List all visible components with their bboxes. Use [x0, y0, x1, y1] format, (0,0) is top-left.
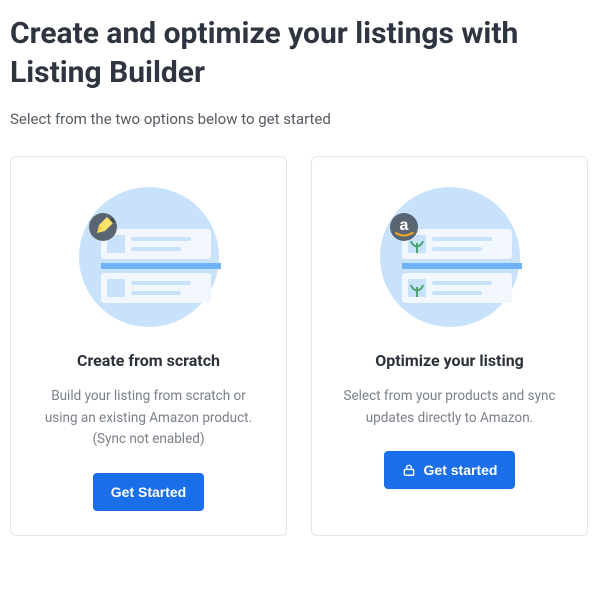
illustration-scratch — [59, 177, 239, 337]
card-desc: Build your listing from scratch or using… — [31, 386, 266, 451]
card-optimize-listing: a Optimize your listing Select from your… — [311, 156, 588, 536]
card-desc: Select from your products and sync updat… — [332, 386, 567, 429]
card-title: Create from scratch — [77, 351, 220, 370]
button-label: Get Started — [111, 484, 186, 500]
page-subtitle: Select from the two options below to get… — [10, 110, 588, 128]
card-title: Optimize your listing — [375, 351, 524, 370]
get-started-button[interactable]: Get Started — [93, 473, 204, 511]
svg-text:a: a — [399, 217, 408, 234]
get-started-button[interactable]: Get started — [384, 451, 516, 489]
card-create-from-scratch: Create from scratch Build your listing f… — [10, 156, 287, 536]
page-title: Create and optimize your listings with L… — [10, 14, 588, 92]
card-row: Create from scratch Build your listing f… — [10, 156, 588, 536]
illustration-optimize: a — [360, 177, 540, 337]
pencil-icon — [89, 213, 117, 241]
button-label: Get started — [424, 462, 498, 478]
lock-icon — [402, 463, 416, 477]
amazon-icon: a — [390, 213, 418, 241]
